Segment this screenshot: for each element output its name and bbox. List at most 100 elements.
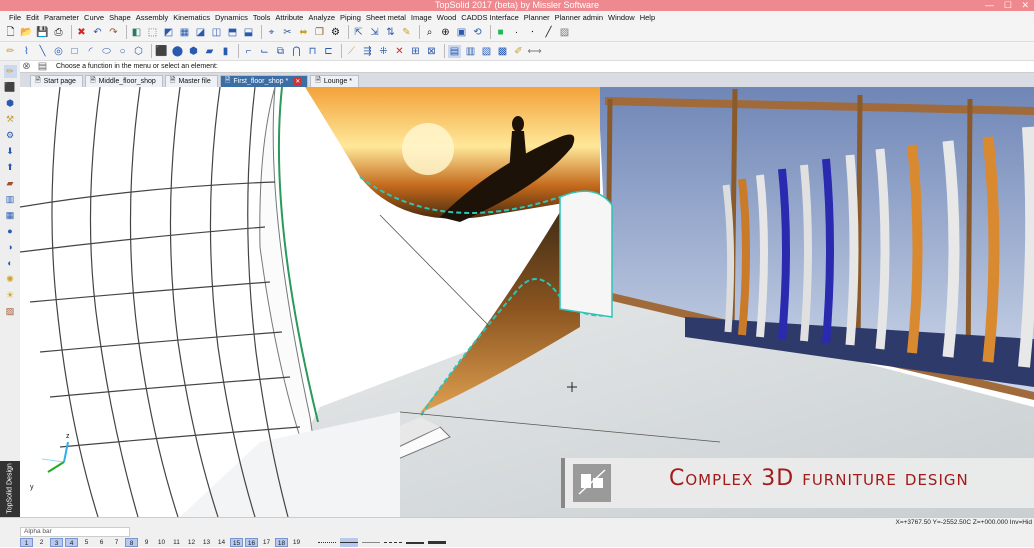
select-icon[interactable]: ✂	[281, 26, 294, 39]
menu-planner-admin[interactable]: Planner admin	[555, 13, 608, 22]
close-button[interactable]: ✕	[1021, 0, 1029, 11]
line-width-icon[interactable]: ╱	[542, 26, 555, 39]
menu-shape[interactable]: Shape	[109, 13, 136, 22]
layer-button[interactable]: 5	[80, 538, 93, 547]
light-icon[interactable]: ☀	[4, 289, 17, 302]
menu-piping[interactable]: Piping	[340, 13, 366, 22]
print-icon[interactable]: ⎙	[52, 26, 65, 39]
arc-icon[interactable]: ◜	[84, 45, 97, 58]
paint-icon[interactable]: ⚙	[329, 26, 342, 39]
kinematics-icon[interactable]: ⚙	[4, 129, 17, 142]
menu-sheet-metal[interactable]: Sheet metal	[366, 13, 411, 22]
cylinder-icon[interactable]: ▮	[219, 45, 232, 58]
show-icon[interactable]: ▧	[480, 45, 493, 58]
bulb-icon[interactable]: ✺	[4, 273, 17, 286]
menu-cadds-interface[interactable]: CADDS Interface	[461, 13, 524, 22]
scale-icon[interactable]: ⇲	[368, 26, 381, 39]
menu-window[interactable]: Window	[608, 13, 640, 22]
connect-icon[interactable]: ⊏	[322, 45, 335, 58]
menu-analyze[interactable]: Analyze	[308, 13, 340, 22]
pointer-icon[interactable]: ⌖	[265, 26, 278, 39]
layer-button[interactable]: 16	[245, 538, 258, 547]
alpha-bar[interactable]: Alpha bar	[20, 527, 130, 537]
save-icon[interactable]: 💾	[36, 26, 49, 39]
detail-icon[interactable]: ✐	[512, 45, 525, 58]
tab-lounge[interactable]: 🗎 Lounge *	[310, 75, 359, 87]
maximize-button[interactable]: ☐	[1004, 0, 1012, 11]
section-icon[interactable]: ◫	[210, 26, 223, 39]
pattern-icon[interactable]: ▨	[558, 26, 571, 39]
menu-help[interactable]: Help	[640, 13, 660, 22]
delete-icon[interactable]: ✖	[75, 26, 88, 39]
layer-button[interactable]: 3	[50, 538, 63, 547]
layer-button[interactable]: 11	[170, 538, 183, 547]
line-style-dotted[interactable]	[318, 538, 336, 547]
polygon-icon[interactable]: ⬡	[132, 45, 145, 58]
new-file-icon[interactable]: 🗋	[4, 26, 17, 39]
mirror-icon[interactable]: ✕	[393, 45, 406, 58]
pin-icon[interactable]: ⬆	[4, 161, 17, 174]
redo-icon[interactable]: ↷	[107, 26, 120, 39]
shelf-icon[interactable]: ⊞	[409, 45, 422, 58]
layer-button[interactable]: 19	[290, 538, 303, 547]
circle-icon[interactable]: ○	[116, 45, 129, 58]
align-icon[interactable]: ⇶	[361, 45, 374, 58]
rectangle-icon[interactable]: □	[68, 45, 81, 58]
tab-first-floor-shop[interactable]: 🗎 First_floor_shop * ✕	[219, 75, 309, 87]
measure-icon[interactable]: ⟋	[345, 45, 358, 58]
explode-icon[interactable]: ⇅	[384, 26, 397, 39]
layer-button[interactable]: 10	[155, 538, 168, 547]
tab-start-page[interactable]: 🗎 Start page	[30, 75, 83, 87]
layer-view-icon[interactable]: ▤	[448, 44, 461, 58]
cabinet-icon[interactable]: ▦	[4, 209, 17, 222]
menu-assembly[interactable]: Assembly	[136, 13, 174, 22]
dot-icon[interactable]: ·	[510, 26, 523, 39]
layer-button[interactable]: 1	[20, 538, 33, 547]
3d-viewport[interactable]: z y Complex 3D furniture design	[20, 87, 1034, 517]
layer-button[interactable]: 7	[110, 538, 123, 547]
trim-icon[interactable]: ⊓	[306, 45, 319, 58]
pencil-icon[interactable]: ✏	[4, 45, 17, 58]
layer-button[interactable]: 9	[140, 538, 153, 547]
menu-tools[interactable]: Tools	[253, 13, 276, 22]
group-icon[interactable]: ▩	[496, 45, 509, 58]
panel-icon[interactable]: ▥	[4, 193, 17, 206]
close-tab-icon[interactable]: ✕	[294, 78, 302, 85]
line-style-dashed[interactable]	[384, 538, 402, 547]
tool-icon[interactable]: ⚒	[4, 113, 17, 126]
zoom-window-icon[interactable]: ⊕	[439, 26, 452, 39]
assembly-icon[interactable]: ⬢	[4, 97, 17, 110]
sketch-icon[interactable]: ✏	[3, 65, 17, 78]
layer-button[interactable]: 13	[200, 538, 213, 547]
wood-icon[interactable]: ▰	[4, 177, 17, 190]
color-swatch-icon[interactable]: ■	[494, 26, 507, 39]
layer-button[interactable]: 4	[65, 538, 78, 547]
render-icon[interactable]: ◩	[162, 26, 175, 39]
line-style-medium[interactable]	[406, 538, 424, 547]
line-style-thin[interactable]	[362, 538, 380, 547]
layer-button[interactable]: 15	[230, 538, 243, 547]
menu-file[interactable]: File	[9, 13, 26, 22]
menu-wood[interactable]: Wood	[437, 13, 461, 22]
view-icon[interactable]: ◪	[194, 26, 207, 39]
menu-parameter[interactable]: Parameter	[44, 13, 84, 22]
perspective-icon[interactable]: ⬒	[226, 26, 239, 39]
revolve-icon[interactable]: ⬤	[171, 45, 184, 58]
stop-icon[interactable]: ⊗	[20, 60, 33, 73]
fit-icon[interactable]: ▣	[455, 26, 468, 39]
line-icon[interactable]: ╲	[36, 45, 49, 58]
hardware-icon[interactable]: ◐	[4, 257, 17, 270]
command-line[interactable]: ⊗ ▤ Choose a function in the menu or sel…	[20, 61, 1034, 73]
material-icon[interactable]: ⬓	[242, 26, 255, 39]
line-style-icon[interactable]: ⸱	[526, 26, 539, 39]
wireframe-icon[interactable]: ⬚	[146, 26, 159, 39]
undo-icon[interactable]: ↶	[91, 26, 104, 39]
array-icon[interactable]: ⁜	[377, 45, 390, 58]
layer-button[interactable]: 18	[275, 538, 288, 547]
texture-icon[interactable]: ▨	[4, 305, 17, 318]
circle-center-icon[interactable]: ◎	[52, 45, 65, 58]
shade-icon[interactable]: ◧	[130, 26, 143, 39]
fillet-icon[interactable]: ⌐	[242, 45, 255, 58]
menu-attribute[interactable]: Attribute	[275, 13, 308, 22]
zoom-icon[interactable]: ⌕	[423, 26, 436, 39]
